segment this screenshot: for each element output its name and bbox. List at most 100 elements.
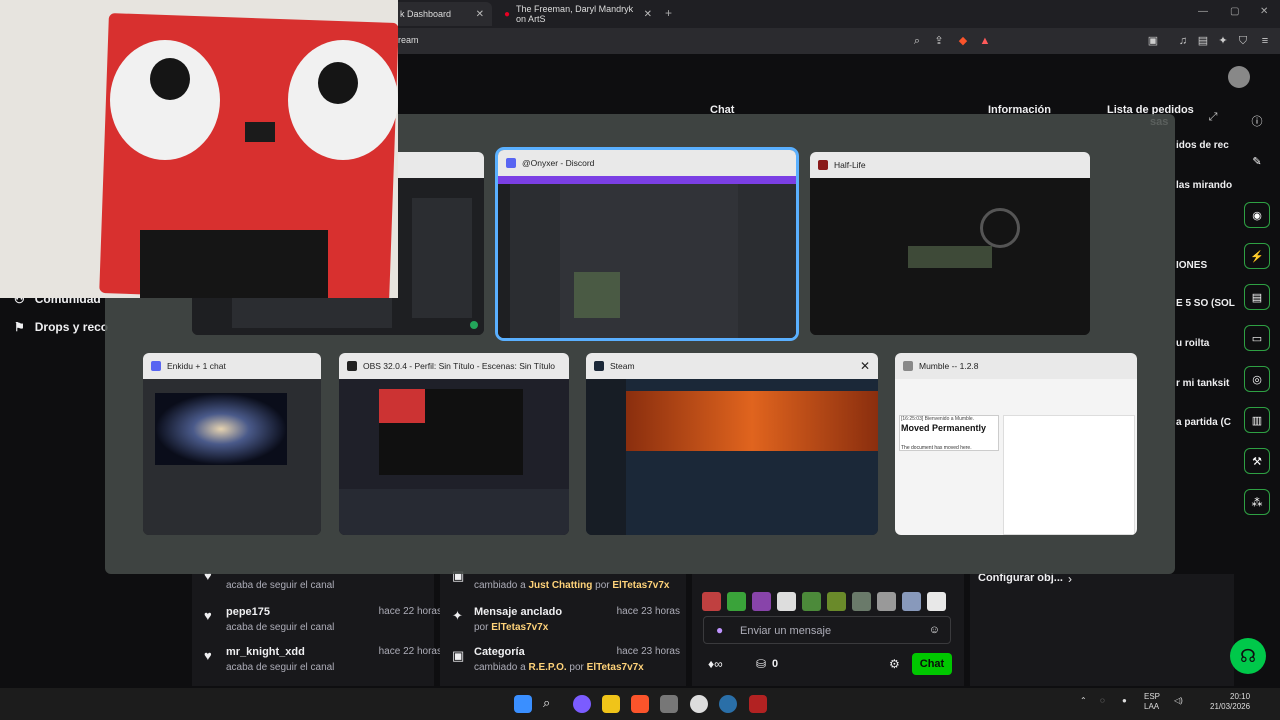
steam-icon[interactable]: [719, 695, 737, 713]
mumble-body: The document has moved here.: [901, 445, 972, 451]
camera-icon[interactable]: ◉: [1244, 202, 1270, 228]
chat-input[interactable]: ● Enviar un mensaje ☺: [703, 616, 951, 644]
emote-icon[interactable]: [927, 592, 946, 611]
window-thumbnail[interactable]: Steam ✕: [586, 353, 878, 535]
mumble-icon[interactable]: [660, 695, 678, 713]
drops-icon: ⚑: [14, 320, 25, 334]
sidebar-icon[interactable]: ▣: [1146, 34, 1160, 48]
volume-icon[interactable]: ◁): [1174, 696, 1183, 705]
brave-icon[interactable]: [631, 695, 649, 713]
close-icon[interactable]: ✕: [644, 9, 652, 20]
tab-artstation[interactable]: ● The Freeman, Daryl Mandryk on ArtS ✕: [496, 2, 660, 26]
maximize-icon[interactable]: ▢: [1230, 6, 1239, 17]
wallet-icon[interactable]: ▤: [1196, 34, 1210, 48]
pin-icon: ✦: [452, 608, 463, 623]
activity-time: hace 22 horas: [378, 646, 442, 657]
discord-icon: [506, 158, 516, 168]
lightning-icon[interactable]: ⚡: [1244, 243, 1270, 269]
event-text: por ElTetas7v7x: [474, 622, 549, 633]
brave-rewards-icon[interactable]: ▲: [978, 34, 992, 48]
folder-icon[interactable]: [602, 695, 620, 713]
emote-icon[interactable]: [902, 592, 921, 611]
window-thumbnail[interactable]: OBS 32.0.4 - Perfil: Sin Título - Escena…: [339, 353, 569, 535]
window-preview: [143, 379, 321, 535]
sidebar-item-drops[interactable]: ⚑ Drops y reco: [14, 320, 108, 334]
configure-panel: Configurar obj... ›: [970, 572, 1234, 686]
menu-icon[interactable]: ≡: [1258, 34, 1272, 48]
emoji-icon[interactable]: ☺: [929, 624, 940, 636]
new-tab-icon[interactable]: +: [665, 6, 672, 20]
search-icon[interactable]: ⌕: [543, 695, 561, 713]
share-icon[interactable]: ⇪: [932, 34, 946, 48]
discord-icon[interactable]: [573, 695, 591, 713]
close-icon[interactable]: ✕: [476, 9, 484, 20]
clock-time[interactable]: 20:10: [1230, 692, 1250, 701]
emote-icon[interactable]: [877, 592, 896, 611]
clock-date[interactable]: 21/03/2026: [1210, 702, 1250, 711]
zoom-icon[interactable]: ⌕: [910, 34, 924, 48]
chat-send-button[interactable]: Chat: [912, 653, 952, 675]
half-life-icon: [818, 160, 828, 170]
event-title: Mensaje anclado: [474, 606, 563, 618]
start-icon[interactable]: [514, 695, 532, 713]
mic-tray-icon[interactable]: ●: [1122, 696, 1127, 705]
expand-icon[interactable]: ⤢: [1206, 110, 1220, 124]
edit-icon[interactable]: ✎: [1244, 148, 1270, 174]
emote-icon[interactable]: [702, 592, 721, 611]
music-icon[interactable]: ♫: [1176, 34, 1190, 48]
url-text[interactable]: ream: [398, 35, 419, 45]
settings-icon[interactable]: ⚙: [889, 657, 900, 671]
wrench-icon[interactable]: ⚒: [1244, 448, 1270, 474]
emote-icon[interactable]: [852, 592, 871, 611]
mic-icon[interactable]: ●: [716, 623, 723, 637]
close-window-icon[interactable]: ✕: [1260, 6, 1268, 17]
request-item: a partida (C: [1176, 417, 1232, 428]
network-icon[interactable]: ◌: [1100, 696, 1105, 705]
emote-icon[interactable]: [802, 592, 821, 611]
window-thumbnail[interactable]: Mumble -- 1.2.8 [16:25:03] Bienvenido a …: [895, 353, 1137, 535]
mumble-log: [16:25:03] Bienvenido a Mumble.: [901, 416, 975, 422]
language-code[interactable]: ESP: [1144, 692, 1160, 701]
box-mouth: [245, 122, 275, 142]
apps-icon[interactable]: ⁂: [1244, 489, 1270, 515]
chat-bubble-icon[interactable]: ▭: [1244, 325, 1270, 351]
mumble-heading: Moved Permanently: [901, 423, 987, 433]
emote-icon[interactable]: [752, 592, 771, 611]
notes-icon[interactable]: ▤: [1244, 284, 1270, 310]
layout-icon[interactable]: ▥: [1244, 407, 1270, 433]
window-thumbnail[interactable]: @Onyxer - Discord: [495, 147, 799, 341]
close-icon[interactable]: ✕: [860, 359, 870, 373]
points-icon[interactable]: ⛁: [756, 657, 766, 671]
event-text: cambiado a Just Chatting por ElTetas7v7x: [474, 580, 670, 591]
leo-icon[interactable]: ✦: [1216, 34, 1230, 48]
obs-icon[interactable]: [690, 695, 708, 713]
vpn-icon[interactable]: ⛉: [1236, 34, 1250, 48]
emote-icon[interactable]: [827, 592, 846, 611]
bits-icon[interactable]: ♦∞: [708, 657, 723, 671]
tab-dashboard[interactable]: k Dashboard ✕: [392, 2, 492, 26]
request-item: r mi tanksit: [1176, 378, 1230, 389]
request-item: idos de rec: [1176, 140, 1229, 151]
event-title: Categoría: [474, 646, 525, 658]
emote-icon[interactable]: [777, 592, 796, 611]
activity-user[interactable]: pepe175: [226, 606, 270, 618]
brave-shield-icon[interactable]: ◆: [956, 34, 970, 48]
help-fab[interactable]: ☊: [1230, 638, 1266, 674]
window-title: @Onyxer - Discord: [498, 150, 796, 176]
left-pupil: [150, 58, 190, 100]
chevron-up-icon[interactable]: ⌃: [1080, 696, 1087, 705]
window-thumbnail[interactable]: Enkidu + 1 chat: [143, 353, 321, 535]
heart-icon: ♥: [204, 648, 212, 663]
info-icon[interactable]: ⓘ: [1244, 108, 1270, 134]
window-title: Enkidu + 1 chat: [143, 353, 321, 379]
broadcast-icon[interactable]: ◎: [1244, 366, 1270, 392]
minimize-icon[interactable]: —: [1198, 6, 1208, 17]
activity-feed-panel: ♥ acaba de seguir el canal ♥ pepe175 hac…: [192, 568, 442, 686]
emote-icon[interactable]: [727, 592, 746, 611]
activity-user[interactable]: mr_knight_xdd: [226, 646, 305, 658]
window-thumbnail[interactable]: Half-Life: [810, 152, 1090, 335]
avatar[interactable]: [1228, 66, 1250, 88]
discord-icon: [151, 361, 161, 371]
chevron-right-icon[interactable]: ›: [1068, 572, 1072, 586]
half-life-icon[interactable]: [749, 695, 767, 713]
